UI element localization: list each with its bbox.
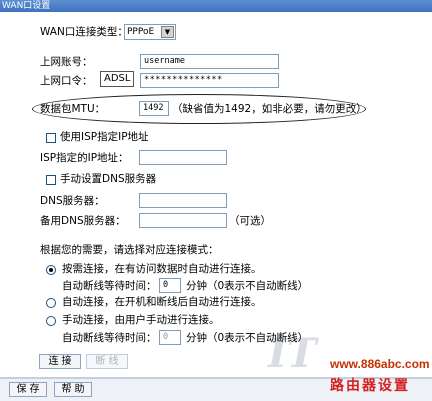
adsl-tooltip: ADSL	[100, 71, 135, 87]
on-demand-idle-label: 自动断线等待时间：	[62, 280, 157, 292]
isp-ip-checkbox-label: 使用ISP指定IP地址	[60, 131, 149, 143]
watermark-url: www.886abc.com	[330, 357, 430, 371]
dns-optional-note: （可选）	[229, 215, 271, 227]
radio-manual[interactable]	[46, 316, 56, 326]
mtu-hint: （缺省值为1492，如非必要，请勿更改）	[172, 103, 367, 115]
mode-prompt: 根据您的需要，请选择对应连接模式：	[40, 244, 219, 256]
connect-button[interactable]: 连接	[39, 354, 81, 369]
user-input[interactable]: username	[140, 54, 279, 69]
manual-dns-checkbox-label: 手动设置DNS服务器	[60, 173, 157, 185]
user-label: 上网账号：	[40, 56, 93, 68]
wan-type-value: PPPoE	[127, 27, 155, 37]
password-label: 上网口令：	[40, 75, 93, 87]
wan-type-label: WAN口连接类型：	[40, 26, 128, 38]
isp-ip-checkbox[interactable]	[46, 133, 56, 143]
manual-label: 手动连接，由用户手动进行连接。	[62, 314, 220, 326]
on-demand-label: 按需连接，在有访问数据时自动进行连接。	[62, 263, 262, 275]
disconnect-button[interactable]: 断线	[86, 354, 128, 369]
help-button[interactable]: 帮助	[54, 382, 92, 397]
on-demand-idle-unit: 分钟（0表示不自动断线）	[186, 280, 309, 292]
isp-ip-input[interactable]	[139, 150, 227, 165]
mtu-input[interactable]: 1492	[139, 101, 169, 116]
on-demand-idle-input[interactable]: 0	[159, 278, 181, 293]
manual-idle-input[interactable]: 0	[159, 330, 181, 345]
manual-idle-unit: 分钟（0表示不自动断线）	[186, 332, 309, 344]
wan-type-select[interactable]: PPPoE ▼	[124, 24, 176, 40]
window-title: WAN口设置	[0, 0, 432, 12]
manual-dns-checkbox[interactable]	[46, 175, 56, 185]
dns-backup-label: 备用DNS服务器：	[40, 215, 126, 227]
watermark-site-name: 路由器设置	[330, 378, 410, 394]
isp-ip-label: ISP指定的IP地址：	[40, 152, 129, 164]
dns-primary-input[interactable]	[139, 193, 227, 208]
radio-on-demand[interactable]	[46, 265, 56, 275]
dns-primary-label: DNS服务器：	[40, 195, 105, 207]
chevron-down-icon: ▼	[161, 26, 174, 38]
mtu-label: 数据包MTU：	[40, 103, 106, 115]
dns-backup-input[interactable]	[139, 213, 227, 228]
password-input[interactable]: **************	[140, 73, 279, 88]
save-button[interactable]: 保存	[9, 382, 47, 397]
auto-label: 自动连接，在开机和断线后自动进行连接。	[62, 296, 262, 308]
radio-auto[interactable]	[46, 298, 56, 308]
manual-idle-label: 自动断线等待时间：	[62, 332, 157, 344]
